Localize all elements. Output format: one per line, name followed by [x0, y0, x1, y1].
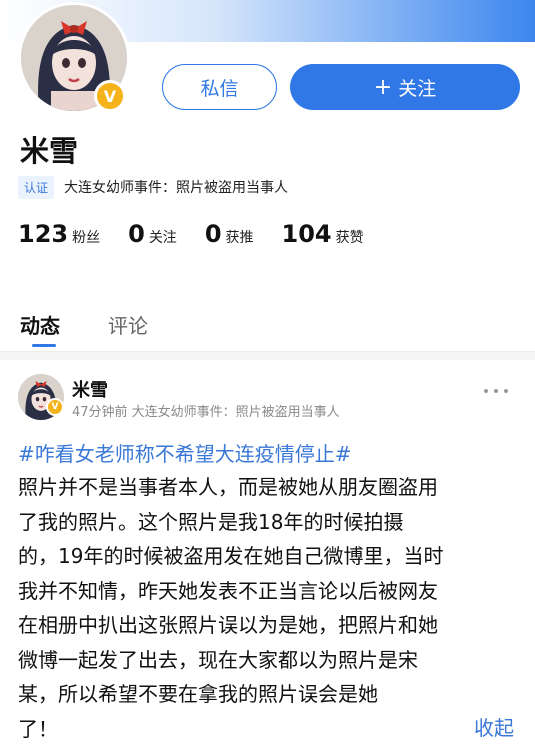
more-options-icon[interactable] — [484, 386, 508, 396]
stat-number: 0 — [204, 220, 222, 248]
post-body: 照片并不是当事者本人，而是被她从朋友圈盗用 了我的照片。这个照片是我18年的时候… — [18, 470, 523, 746]
follow-button-label: 关注 — [398, 77, 437, 100]
stat-number: 0 — [128, 220, 145, 248]
stat-fans[interactable]: 123 粉丝 — [18, 220, 100, 248]
post-card: V 米雪 47分钟前 大连女幼师事件：照片被盗用当事人 #咋看女老师称不希望大连… — [0, 360, 535, 747]
stat-likes[interactable]: 104 获赞 — [282, 220, 364, 248]
certification-text: 大连女幼师事件：照片被盗用当事人 — [64, 180, 289, 196]
stat-label: 获推 — [225, 230, 254, 246]
section-divider — [0, 352, 535, 360]
post-line: 某，所以希望不要在拿我的照片误会是她 — [18, 682, 378, 706]
post-line: 照片并不是当事者本人，而是被她从朋友圈盗用 — [18, 475, 438, 499]
stat-label: 粉丝 — [72, 230, 101, 246]
tab-posts[interactable]: 动态 — [20, 310, 60, 339]
active-tab-indicator — [32, 344, 56, 347]
post-author-name[interactable]: 米雪 — [72, 376, 108, 402]
post-line: 在相册中扒出这张照片误以为是她，把照片和她 — [18, 613, 438, 637]
stat-label: 获赞 — [335, 230, 364, 246]
tab-comments[interactable]: 评论 — [108, 310, 148, 339]
post-hashtag[interactable]: #咋看女老师称不希望大连疫情停止# — [18, 438, 352, 467]
collapse-link[interactable]: 收起 — [474, 712, 514, 741]
more-dot — [504, 389, 508, 393]
post-line: 了！ — [18, 716, 58, 741]
stat-recommended[interactable]: 0 获推 — [205, 220, 254, 248]
profile-name: 米雪 — [20, 134, 79, 168]
plus-icon: + — [373, 74, 393, 100]
post-line: 微博一起发了出去，现在大家都以为照片是宋 — [18, 647, 418, 672]
more-dot — [484, 389, 488, 393]
post-line: 了我的照片。这个照片是我18年的时候拍摄 — [18, 509, 404, 534]
post-line: 的，19年的时候被盗用发在她自己微博里，当时 — [18, 544, 444, 568]
certification-tag: 认证 — [18, 175, 55, 199]
profile-stats: 123 粉丝 0 关注 0 获推 104 获赞 — [18, 220, 392, 248]
verified-badge-icon: V — [94, 80, 126, 112]
stat-label: 关注 — [148, 230, 177, 246]
follow-button[interactable]: + 关注 — [290, 64, 520, 110]
post-meta: 47分钟前 大连女幼师事件：照片被盗用当事人 — [72, 405, 340, 420]
stat-following[interactable]: 0 关注 — [128, 220, 177, 248]
post-verified-badge-icon: V — [46, 398, 64, 416]
profile-tabs: 动态 评论 — [0, 306, 535, 352]
stat-number: 123 — [18, 220, 69, 248]
certification-row: 认证 大连女幼师事件：照片被盗用当事人 — [18, 175, 289, 199]
post-line: 我并不知情，昨天她发表不正当言论以后被网友 — [18, 578, 438, 603]
message-button[interactable]: 私信 — [162, 64, 277, 110]
more-dot — [494, 389, 498, 393]
stat-number: 104 — [281, 220, 332, 248]
